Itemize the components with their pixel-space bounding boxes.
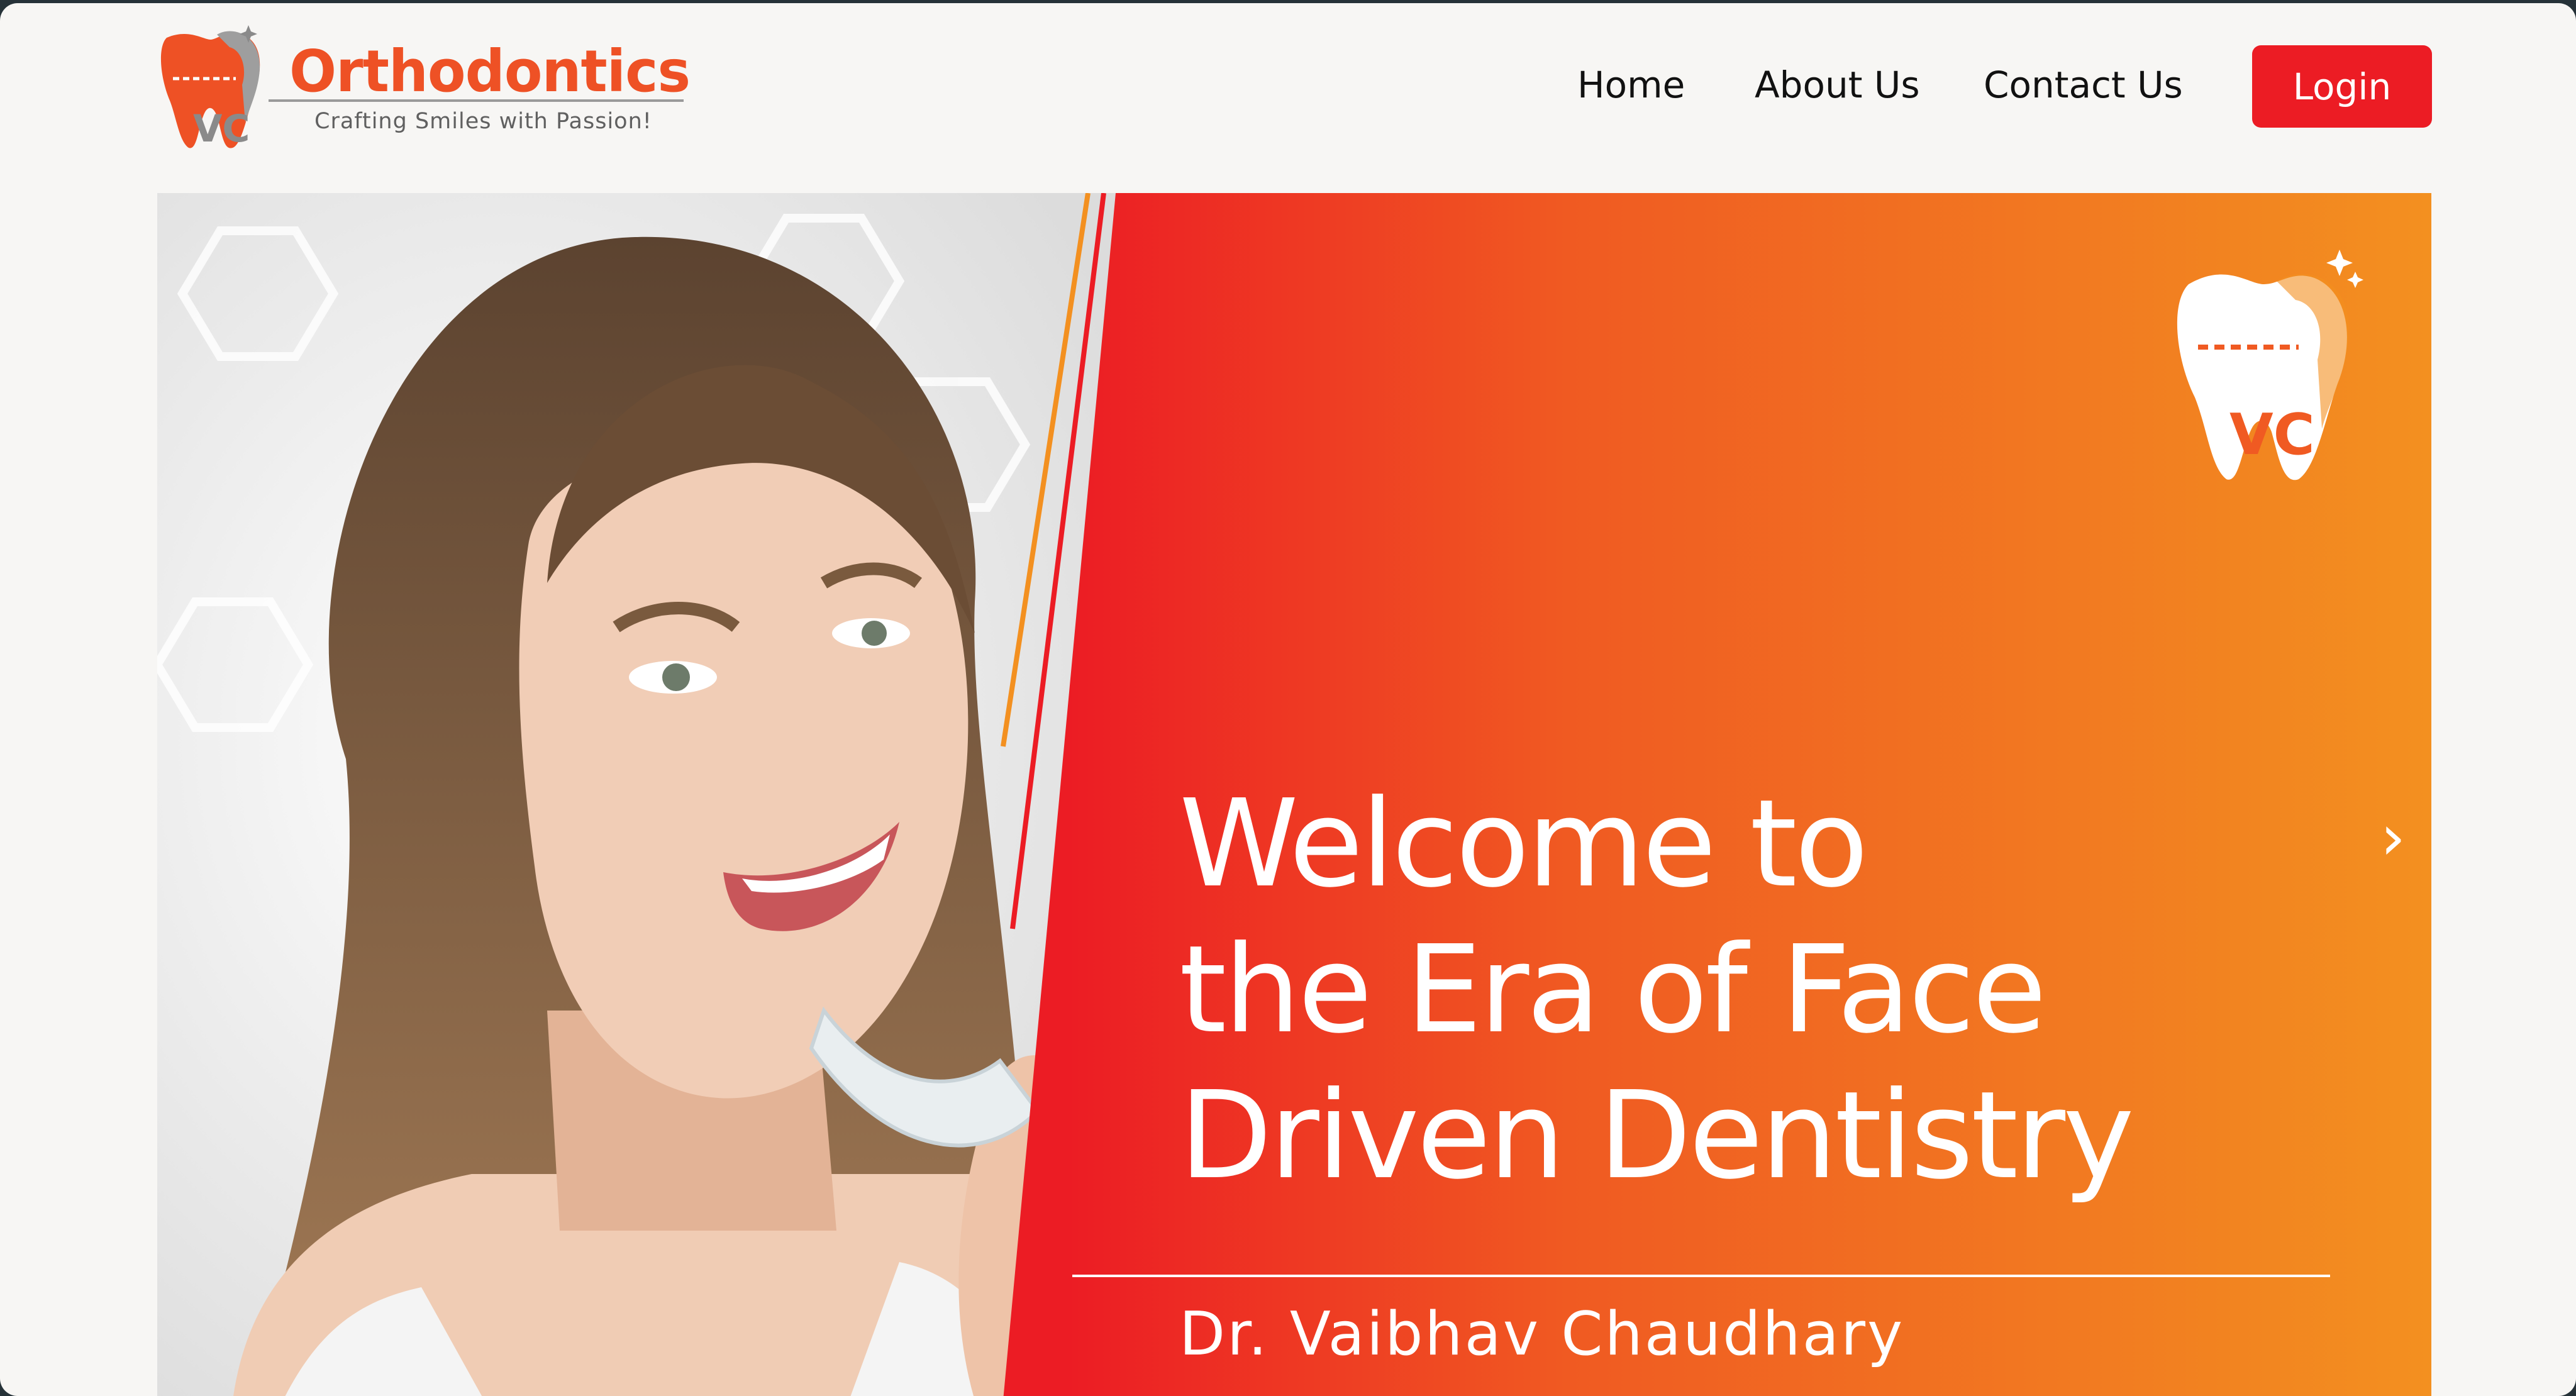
- page: VC Orthodontics Crafting Smiles with Pas…: [0, 3, 2576, 1396]
- hero-title-line: Driven Dentistry: [1179, 1066, 2135, 1206]
- logo-initials: VC: [193, 107, 250, 151]
- nav-about-us-link[interactable]: About Us: [1755, 64, 1920, 106]
- nav-home-link[interactable]: Home: [1577, 64, 1685, 106]
- nav-contact-us-link[interactable]: Contact Us: [1984, 64, 2183, 106]
- hero-title-line: the Era of Face: [1179, 920, 2046, 1060]
- brand-tagline: Crafting Smiles with Passion!: [314, 109, 652, 134]
- tooth-logo-icon: VC: [160, 25, 260, 151]
- chevron-right-icon[interactable]: ›: [2374, 803, 2412, 872]
- hero-logo-initials: VC: [2229, 402, 2315, 468]
- login-button[interactable]: Login: [2252, 45, 2432, 128]
- doctor-name: Dr. Vaibhav Chaudhary: [1179, 1300, 1905, 1369]
- hero-divider: [1072, 1275, 2330, 1277]
- brand-name: Orthodontics: [289, 38, 691, 105]
- hero-carousel: VC Welcome to the Era of Face Driven Den…: [157, 193, 2431, 1396]
- hero-title-line: Welcome to: [1179, 774, 1868, 914]
- brand-divider: [269, 99, 684, 102]
- tooth-logo-icon: VC: [2177, 250, 2363, 480]
- site-logo[interactable]: VC Orthodontics Crafting Smiles with Pas…: [154, 22, 691, 157]
- hero-title: Welcome to the Era of Face Driven Dentis…: [1179, 772, 2311, 1209]
